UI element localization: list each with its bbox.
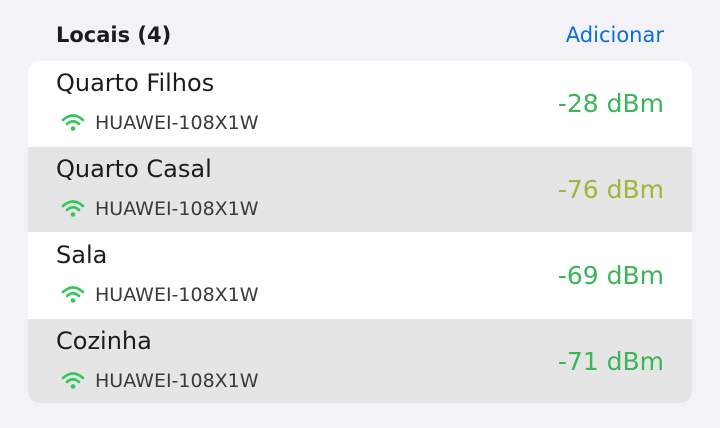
location-name: Sala xyxy=(56,241,108,269)
section-header: Locais (4) Adicionar xyxy=(56,18,664,52)
signal-strength: -71 dBm xyxy=(557,347,664,376)
signal-strength: -69 dBm xyxy=(557,261,664,290)
location-row[interactable]: Sala HUAWEI-108X1W -69 dBm xyxy=(28,233,692,318)
location-name: Quarto Casal xyxy=(56,155,212,183)
location-name: Quarto Filhos xyxy=(56,69,215,97)
network-ssid: HUAWEI-108X1W xyxy=(95,370,259,392)
wifi-icon xyxy=(61,372,85,389)
location-row[interactable]: Cozinha HUAWEI-108X1W -71 dBm xyxy=(28,319,692,403)
signal-strength: -28 dBm xyxy=(557,89,664,118)
wifi-icon xyxy=(61,200,85,217)
location-name: Cozinha xyxy=(56,327,152,355)
network-ssid: HUAWEI-108X1W xyxy=(95,284,259,306)
location-row[interactable]: Quarto Filhos HUAWEI-108X1W -28 dBm xyxy=(28,61,692,146)
locations-list: Quarto Filhos HUAWEI-108X1W -28 dBm Quar… xyxy=(28,61,692,403)
add-button[interactable]: Adicionar xyxy=(566,23,664,47)
location-row[interactable]: Quarto Casal HUAWEI-108X1W -76 dBm xyxy=(28,147,692,232)
network-ssid: HUAWEI-108X1W xyxy=(95,198,259,220)
wifi-icon xyxy=(61,286,85,303)
wifi-icon xyxy=(61,114,85,131)
signal-strength: -76 dBm xyxy=(557,175,664,204)
section-title: Locais (4) xyxy=(56,23,172,47)
network-ssid: HUAWEI-108X1W xyxy=(95,112,259,134)
